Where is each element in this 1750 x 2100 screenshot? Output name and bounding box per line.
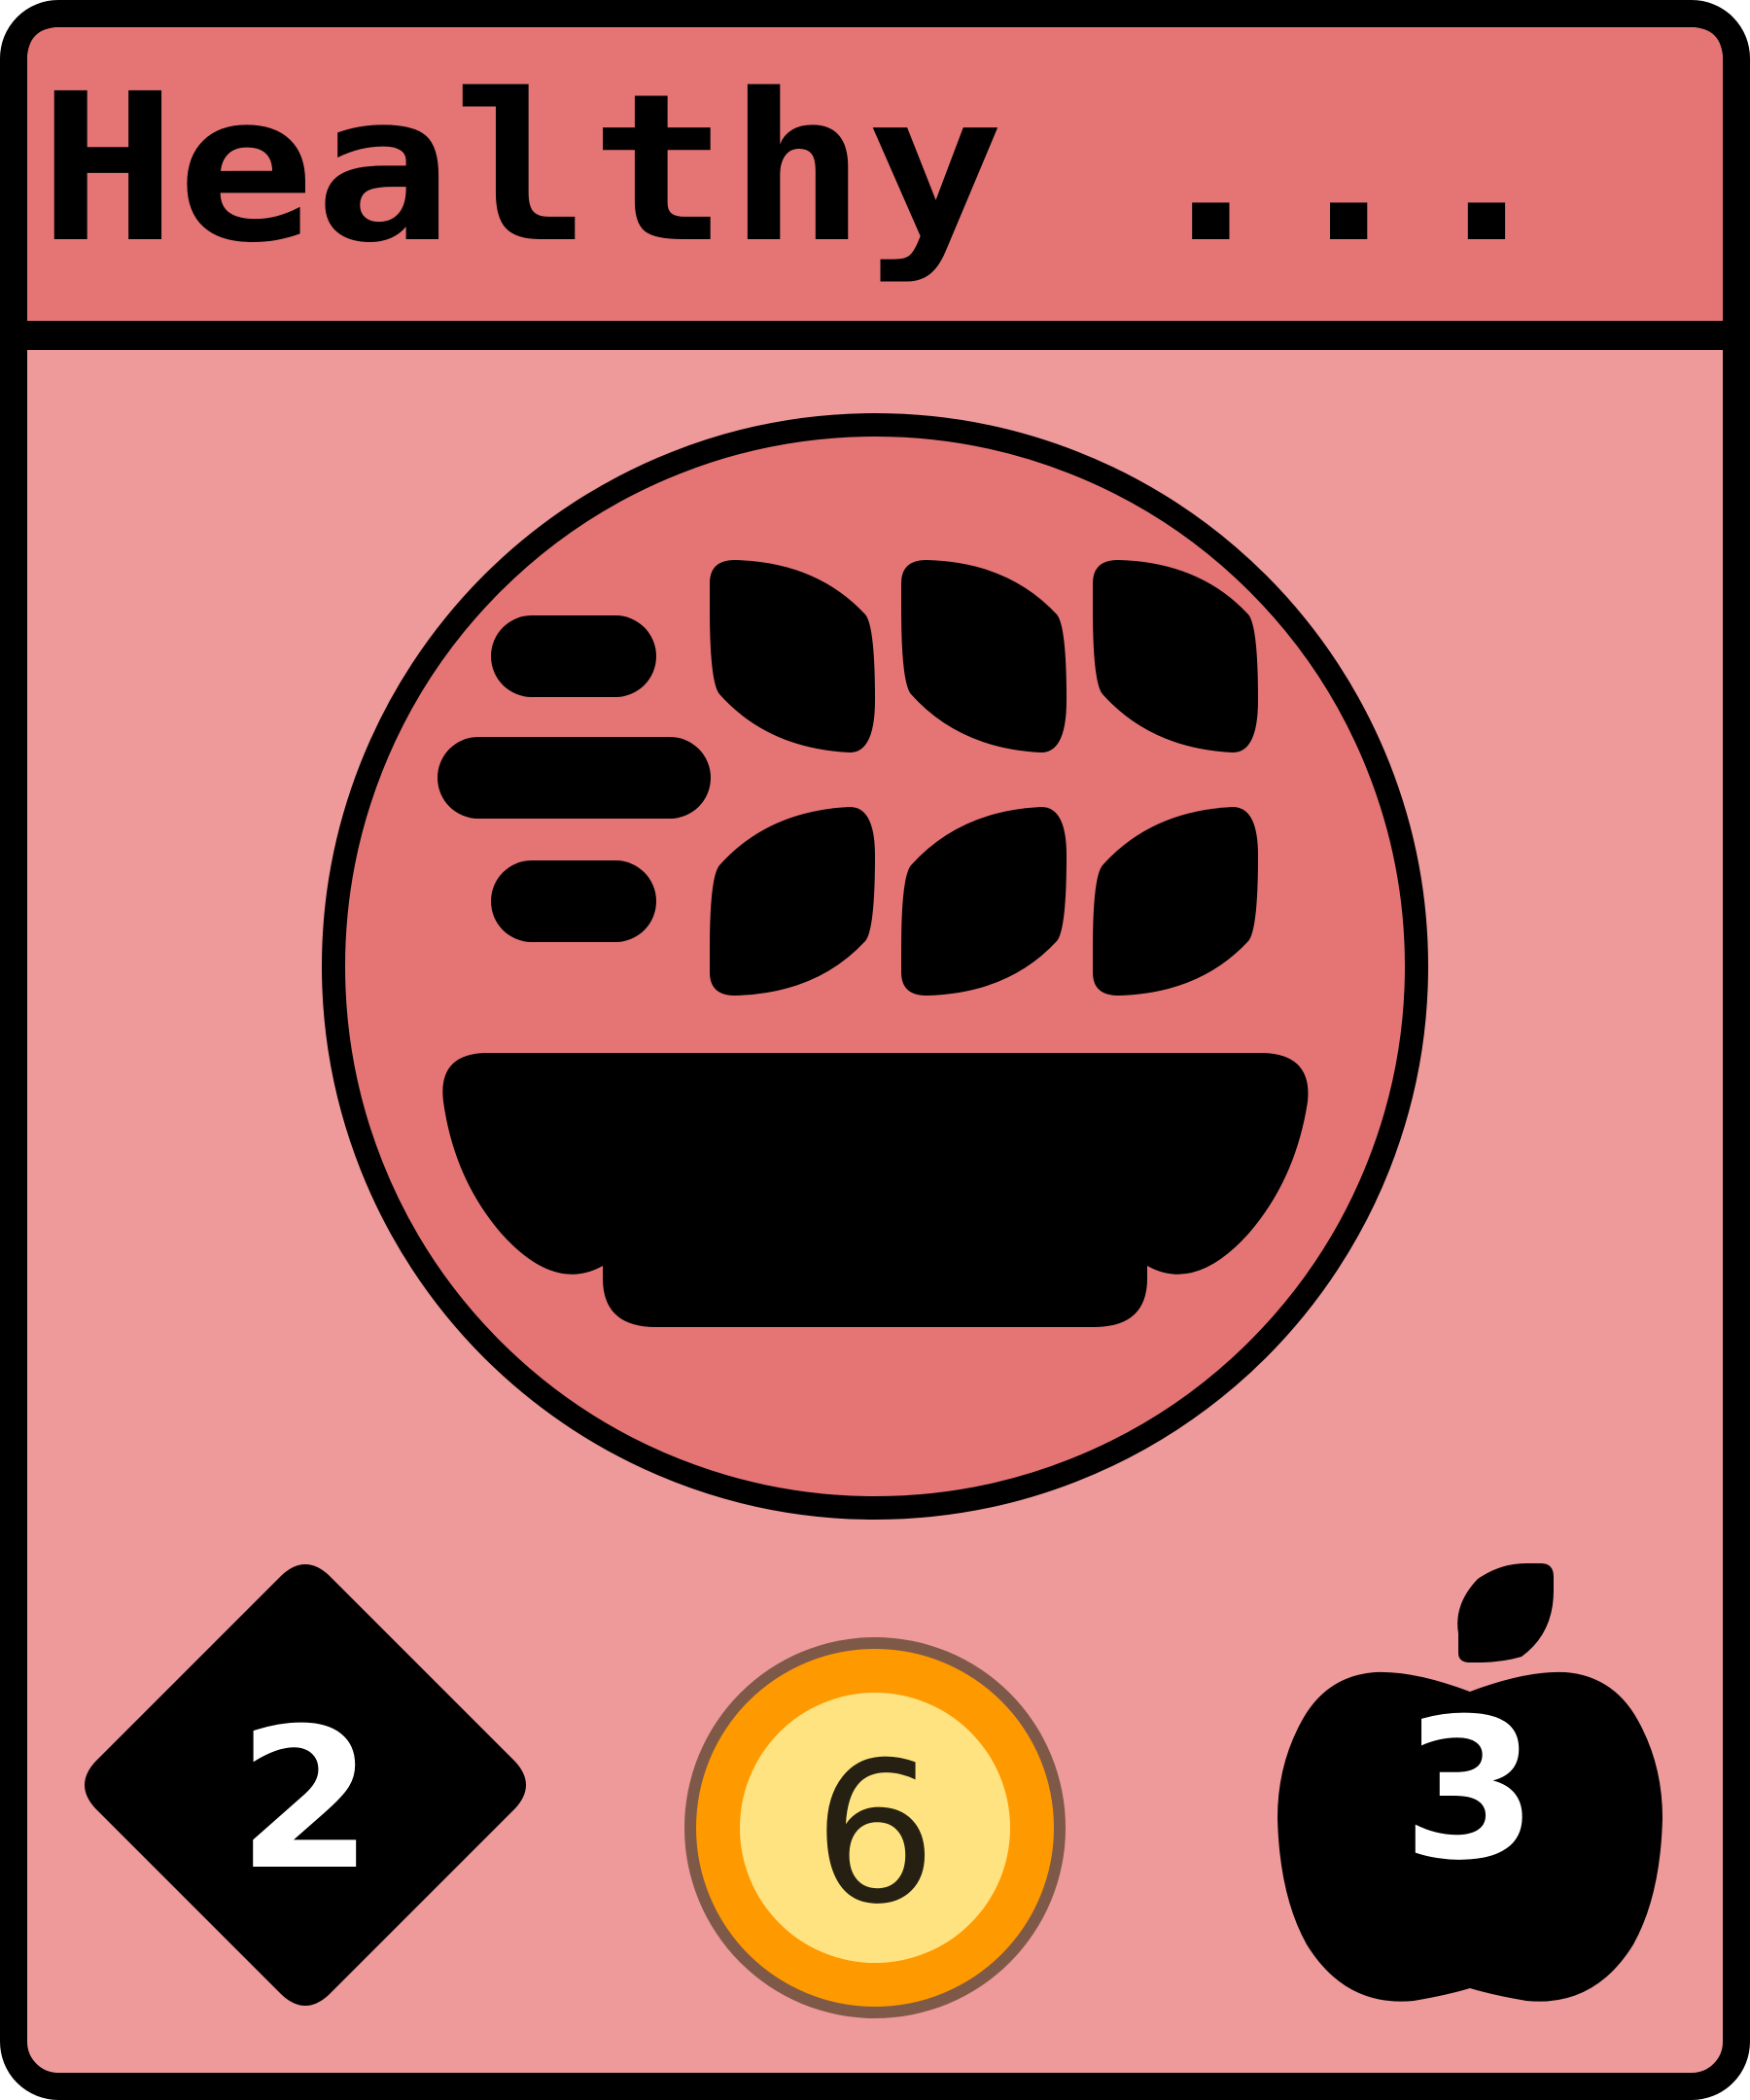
card-svg: Healthy ... 2 6 3 xyxy=(0,0,1750,2100)
illustration-circle xyxy=(322,413,1428,1520)
food-value: 3 xyxy=(1402,1677,1537,1904)
grain-bowl-icon xyxy=(322,413,1428,1520)
motion-line-icon xyxy=(438,737,711,819)
motion-line-icon xyxy=(491,615,656,697)
cost-value: 2 xyxy=(237,1687,372,1913)
coin-value: 6 xyxy=(813,1721,936,1947)
motion-line-icon xyxy=(491,860,656,942)
card-title: Healthy ... xyxy=(39,50,1556,288)
coin-stat: 6 xyxy=(684,1637,1066,2018)
card: Healthy ... 2 6 3 xyxy=(0,0,1750,2100)
